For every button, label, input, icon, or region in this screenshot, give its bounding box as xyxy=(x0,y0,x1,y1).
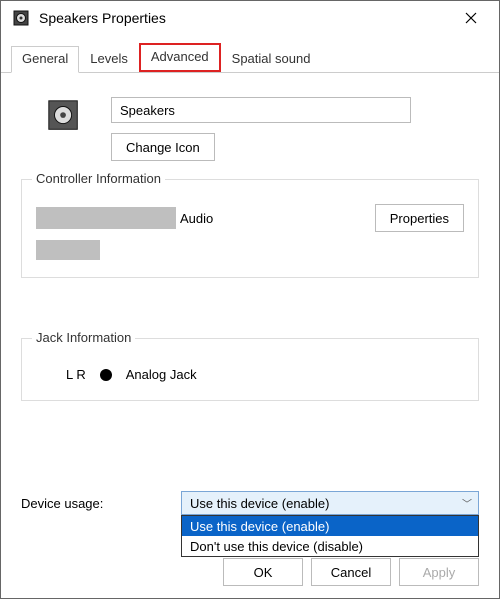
device-usage-combo[interactable]: Use this device (enable) ﹀ xyxy=(181,491,479,515)
change-icon-button[interactable]: Change Icon xyxy=(111,133,215,161)
cancel-button[interactable]: Cancel xyxy=(311,558,391,586)
tab-advanced[interactable]: Advanced xyxy=(139,43,221,72)
jack-channels: L R xyxy=(66,367,86,382)
jack-color-dot-icon xyxy=(100,369,112,381)
controller-properties-button[interactable]: Properties xyxy=(375,204,464,232)
device-header-row: Change Icon xyxy=(45,97,479,161)
controller-vendor-redacted xyxy=(36,240,100,260)
device-name-input[interactable] xyxy=(111,97,411,123)
window-title: Speakers Properties xyxy=(39,10,451,26)
device-usage-dropdown-list: Use this device (enable) Don't use this … xyxy=(181,515,479,557)
tab-levels[interactable]: Levels xyxy=(79,46,139,72)
apply-button[interactable]: Apply xyxy=(399,558,479,586)
speaker-app-icon xyxy=(13,10,29,26)
tab-general[interactable]: General xyxy=(11,46,79,73)
jack-type: Analog Jack xyxy=(126,367,197,382)
controller-name-redacted xyxy=(36,207,176,229)
chevron-down-icon: ﹀ xyxy=(462,496,472,511)
close-button[interactable] xyxy=(451,3,491,33)
tab-spatial-sound[interactable]: Spatial sound xyxy=(221,46,322,72)
device-usage-label: Device usage: xyxy=(21,496,161,511)
speaker-device-icon xyxy=(45,97,83,135)
device-usage-selected: Use this device (enable) xyxy=(190,496,329,511)
ok-button[interactable]: OK xyxy=(223,558,303,586)
tabstrip: General Levels Advanced Spatial sound xyxy=(1,45,499,73)
controller-information-group: Controller Information Audio Properties xyxy=(21,179,479,278)
device-usage-row: Device usage: Use this device (enable) ﹀… xyxy=(21,491,479,515)
jack-information-legend: Jack Information xyxy=(32,330,135,345)
device-usage-option-disable[interactable]: Don't use this device (disable) xyxy=(182,536,478,556)
jack-row: L R Analog Jack xyxy=(36,363,464,386)
tab-panel-general: Change Icon Controller Information Audio… xyxy=(1,73,499,401)
controller-name-suffix: Audio xyxy=(180,211,213,226)
controller-row: Audio Properties xyxy=(36,204,464,232)
dialog-button-row: OK Cancel Apply xyxy=(223,558,479,586)
jack-information-group: Jack Information L R Analog Jack xyxy=(21,338,479,401)
device-usage-combo-wrap: Use this device (enable) ﹀ Use this devi… xyxy=(181,491,479,515)
device-fields: Change Icon xyxy=(111,97,479,161)
device-usage-option-enable[interactable]: Use this device (enable) xyxy=(182,516,478,536)
controller-information-legend: Controller Information xyxy=(32,171,165,186)
titlebar: Speakers Properties xyxy=(1,1,499,35)
